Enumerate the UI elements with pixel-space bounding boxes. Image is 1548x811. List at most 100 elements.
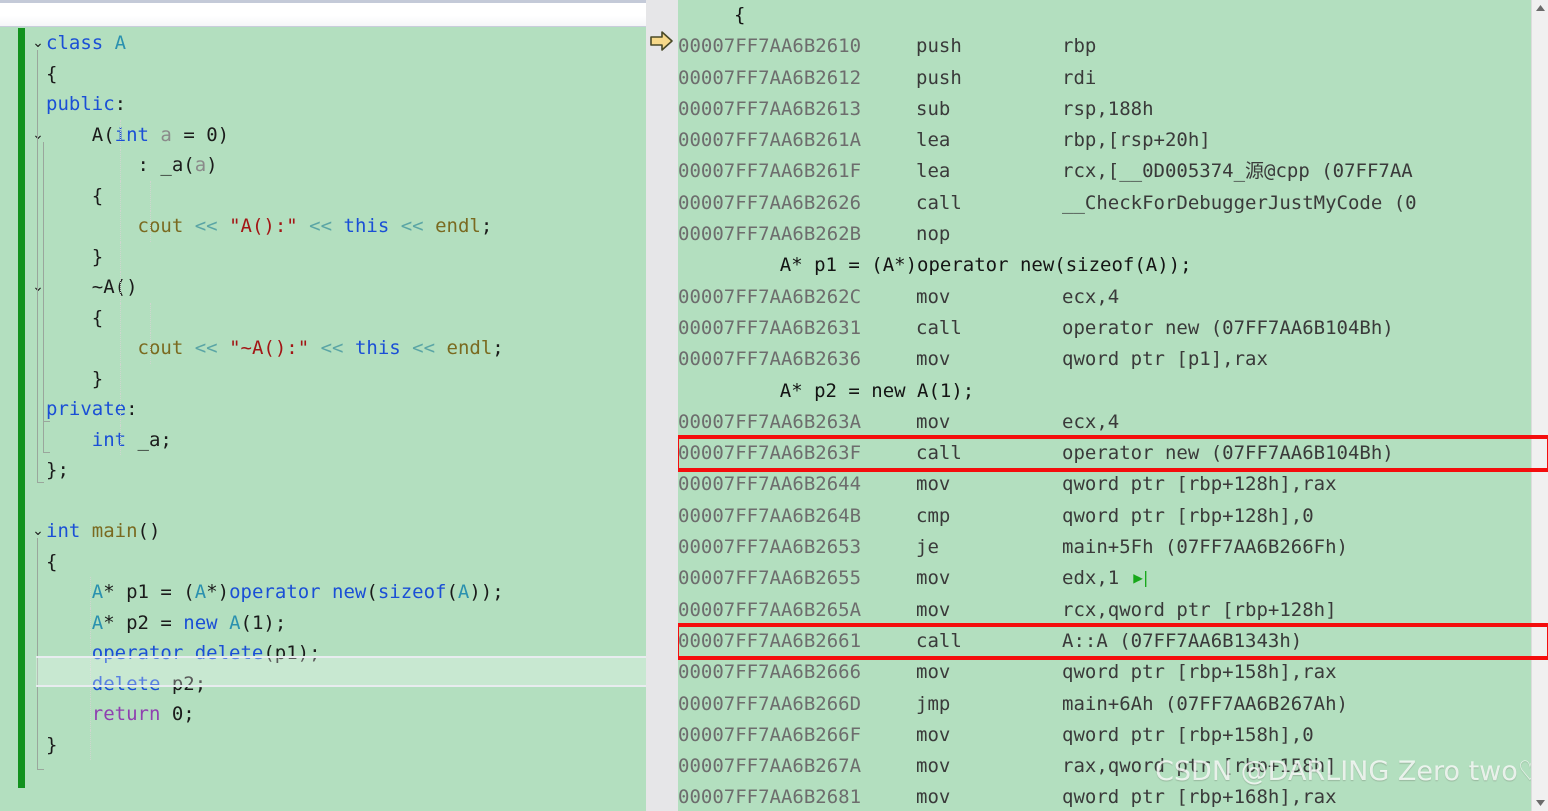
source-code-lines[interactable]: class A{public: A(int a = 0) : _a(a) { c… — [46, 28, 646, 760]
code-line[interactable]: private: — [46, 394, 646, 425]
scroll-down-arrow-icon[interactable] — [1532, 794, 1548, 811]
disassembly-instruction[interactable]: 00007FF7AA6B2631calloperator new (07FF7A… — [678, 313, 1548, 344]
instruction-mnemonic: push — [916, 63, 1062, 94]
instruction-operands: qword ptr [rbp+158h],0 — [1062, 724, 1314, 746]
code-line[interactable]: }; — [46, 455, 646, 486]
code-line[interactable]: operator delete(p1); — [46, 638, 646, 669]
disassembly-instruction[interactable]: 00007FF7AA6B266Fmovqword ptr [rbp+158h],… — [678, 720, 1548, 751]
editor-text-area[interactable]: ⌄⌄⌄⌄ class A{public: A(int a = 0) : _a(a… — [0, 28, 646, 811]
scroll-up-arrow-icon[interactable] — [1532, 0, 1548, 17]
instruction-operands: ecx,4 — [1062, 286, 1119, 308]
code-line[interactable]: delete p2; — [46, 669, 646, 700]
disassembly-instruction[interactable]: 00007FF7AA6B2653jemain+5Fh (07FF7AA6B266… — [678, 532, 1548, 563]
code-line[interactable] — [46, 486, 646, 517]
instruction-mnemonic: sub — [916, 94, 1062, 125]
disassembly-instruction[interactable]: 00007FF7AA6B2666movqword ptr [rbp+158h],… — [678, 657, 1548, 688]
disassembly-instruction[interactable]: 00007FF7AA6B265Amovrcx,qword ptr [rbp+12… — [678, 595, 1548, 626]
disassembly-instruction[interactable]: 00007FF7AA6B262Bnop — [678, 219, 1548, 250]
instruction-operands: operator new (07FF7AA6B104Bh) — [1062, 442, 1394, 464]
disassembly-lines[interactable]: {00007FF7AA6B2610pushrbp00007FF7AA6B2612… — [678, 0, 1548, 811]
code-line[interactable]: return 0; — [46, 699, 646, 730]
code-line[interactable]: A* p1 = (A*)operator new(sizeof(A)); — [46, 577, 646, 608]
code-token — [435, 337, 446, 359]
disassembly-instruction[interactable]: 00007FF7AA6B2636movqword ptr [p1],rax — [678, 344, 1548, 375]
code-token — [46, 642, 92, 664]
code-line[interactable]: cout << "A():" << this << endl; — [46, 211, 646, 242]
code-token: { — [46, 185, 103, 207]
disassembly-vertical-scrollbar[interactable] — [1531, 0, 1548, 811]
disassembly-instruction[interactable]: 00007FF7AA6B2655movedx,1▶| — [678, 563, 1548, 594]
instruction-mnemonic: call — [916, 313, 1062, 344]
chevron-down-icon[interactable]: ⌄ — [30, 523, 46, 539]
editor-toolbar[interactable] — [0, 0, 646, 27]
code-line[interactable]: A* p2 = new A(1); — [46, 608, 646, 639]
disassembly-instruction-highlighted[interactable]: 00007FF7AA6B263Fcalloperator new (07FF7A… — [678, 438, 1548, 469]
chevron-down-icon[interactable]: ⌄ — [30, 35, 46, 51]
instruction-address: 00007FF7AA6B2653 — [678, 532, 916, 563]
code-token — [401, 337, 412, 359]
instruction-address: 00007FF7AA6B264B — [678, 501, 916, 532]
disassembly-pane[interactable]: {00007FF7AA6B2610pushrbp00007FF7AA6B2612… — [678, 0, 1548, 811]
disassembly-instruction[interactable]: 00007FF7AA6B264Bcmpqword ptr [rbp+128h],… — [678, 501, 1548, 532]
code-line[interactable]: ~A() — [46, 272, 646, 303]
disassembly-instruction[interactable]: 00007FF7AA6B263Amovecx,4 — [678, 407, 1548, 438]
disassembly-instruction-highlighted[interactable]: 00007FF7AA6B2661callA::A (07FF7AA6B1343h… — [678, 626, 1548, 657]
code-line[interactable]: A(int a = 0) — [46, 120, 646, 151]
code-line[interactable]: { — [46, 547, 646, 578]
code-line[interactable]: int _a; — [46, 425, 646, 456]
source-editor-pane[interactable]: ⌄⌄⌄⌄ class A{public: A(int a = 0) : _a(a… — [0, 0, 646, 811]
code-line[interactable]: int main() — [46, 516, 646, 547]
instruction-address: 00007FF7AA6B2626 — [678, 188, 916, 219]
code-line[interactable]: { — [46, 59, 646, 90]
disassembly-instruction[interactable]: 00007FF7AA6B2610pushrbp — [678, 31, 1548, 62]
instruction-mnemonic: mov — [916, 344, 1062, 375]
disassembly-instruction[interactable]: 00007FF7AA6B2681movqword ptr [rbp+168h],… — [678, 782, 1548, 811]
code-line[interactable]: public: — [46, 89, 646, 120]
code-token: private — [46, 398, 126, 420]
code-token: a — [160, 124, 171, 146]
disassembly-instruction[interactable]: 00007FF7AA6B2612pushrdi — [678, 63, 1548, 94]
disassembly-instruction[interactable]: 00007FF7AA6B261Flearcx,[__0D005374_源@cpp… — [678, 156, 1548, 187]
code-token: } — [46, 734, 57, 756]
chevron-down-icon[interactable]: ⌄ — [30, 127, 46, 143]
instruction-operands: rsp,188h — [1062, 98, 1154, 120]
code-line[interactable]: } — [46, 364, 646, 395]
code-token — [218, 337, 229, 359]
instruction-mnemonic: mov — [916, 782, 1062, 811]
code-token: { — [46, 307, 103, 329]
disassembly-instruction[interactable]: 00007FF7AA6B2613subrsp,188h — [678, 94, 1548, 125]
code-token: { — [46, 551, 57, 573]
code-line[interactable]: cout << "~A():" << this << endl; — [46, 333, 646, 364]
disassembly-instruction[interactable]: 00007FF7AA6B261Alearbp,[rsp+20h] — [678, 125, 1548, 156]
code-token: () — [138, 520, 161, 542]
code-line[interactable]: class A — [46, 28, 646, 59]
code-token — [218, 215, 229, 237]
disassembly-instruction[interactable]: 00007FF7AA6B267Amovrax,qword ptr [rbp+15… — [678, 751, 1548, 782]
code-line[interactable]: { — [46, 303, 646, 334]
disassembly-source-line[interactable]: A* p1 = (A*)operator new(sizeof(A)); — [678, 250, 1548, 281]
code-line[interactable]: } — [46, 242, 646, 273]
disassembly-instruction[interactable]: 00007FF7AA6B2626call__CheckForDebuggerJu… — [678, 188, 1548, 219]
instruction-operands: rax,qword ptr [rbp+158h] — [1062, 755, 1337, 777]
outlining-guide — [43, 294, 44, 453]
disassembly-instruction[interactable]: 00007FF7AA6B266Djmpmain+6Ah (07FF7AA6B26… — [678, 689, 1548, 720]
code-token — [46, 703, 92, 725]
code-line[interactable]: } — [46, 730, 646, 761]
code-token — [424, 215, 435, 237]
instruction-operands: rcx,[__0D005374_源@cpp (07FF7AA — [1062, 160, 1413, 182]
code-token: operator delete — [92, 642, 264, 664]
disassembly-source-line[interactable]: A* p2 = new A(1); — [678, 376, 1548, 407]
disassembly-instruction[interactable]: 00007FF7AA6B2644movqword ptr [rbp+128h],… — [678, 469, 1548, 500]
instruction-operands: __CheckForDebuggerJustMyCode (0 — [1062, 192, 1417, 214]
pane-splitter[interactable] — [646, 0, 678, 811]
code-token: ; — [492, 337, 503, 359]
disassembly-source-line[interactable]: { — [678, 0, 1548, 31]
run-to-cursor-icon[interactable]: ▶| — [1133, 562, 1148, 593]
code-line[interactable]: : _a(a) — [46, 150, 646, 181]
disassembly-instruction[interactable]: 00007FF7AA6B262Cmovecx,4 — [678, 282, 1548, 313]
code-line[interactable]: { — [46, 181, 646, 212]
code-token: A — [229, 612, 240, 634]
instruction-mnemonic: mov — [916, 751, 1062, 782]
code-token: cout — [138, 337, 184, 359]
instruction-mnemonic: call — [916, 626, 1062, 657]
